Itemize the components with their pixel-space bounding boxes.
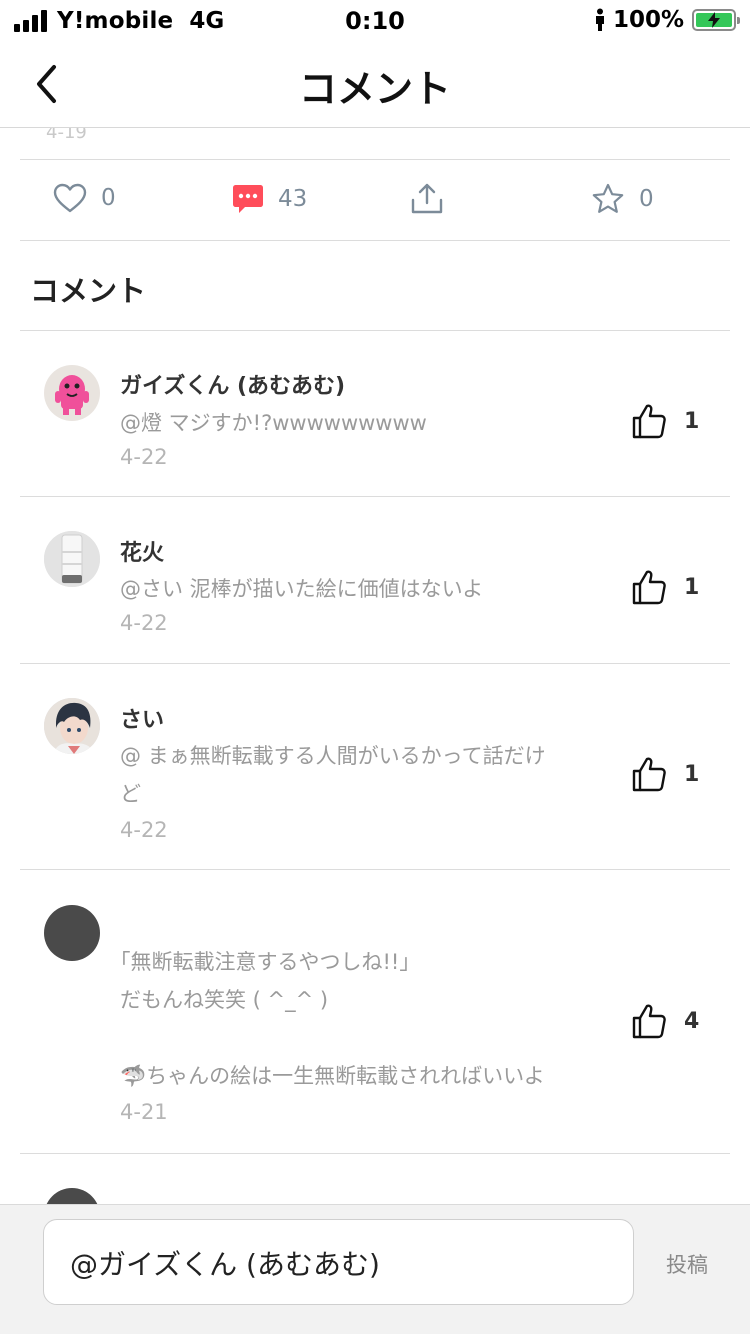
- pink-character-avatar-icon: [55, 375, 89, 415]
- partial-date: 4-19: [46, 128, 87, 143]
- comment-input[interactable]: [70, 1238, 610, 1288]
- comment-like-button[interactable]: 1: [632, 756, 699, 792]
- comment-like-button[interactable]: 4: [632, 1003, 699, 1039]
- comment-item: ガイズくん (あむあむ) @燈 マジすか!?wwwwwwwww 4-22 1: [20, 331, 730, 497]
- comment-action[interactable]: 43: [232, 183, 307, 215]
- status-right: 100%: [593, 7, 740, 33]
- comment-count: 43: [278, 186, 308, 212]
- avatar[interactable]: [44, 365, 100, 421]
- status-bar: Y!mobile 4G 0:10 100%: [0, 0, 750, 42]
- comment-item: ｢無断転載注意するやつしね!!｣ だもんね笑笑 ( ^_^ ) 🦈ちゃんの絵は一…: [20, 870, 730, 1154]
- comment-input-bar: 投稿: [0, 1204, 750, 1334]
- comment-text: ｢無断転載注意するやつしね!!｣ だもんね笑笑 ( ^_^ ) 🦈ちゃんの絵は一…: [120, 943, 580, 1095]
- comment-date: 4-22: [120, 818, 168, 842]
- thumbs-up-icon: [632, 404, 666, 439]
- comment-input-container[interactable]: [43, 1219, 634, 1305]
- comment-like-count: 1: [684, 574, 700, 600]
- comment-like-button[interactable]: 1: [632, 403, 699, 439]
- comment-text-line: 🦈ちゃんの絵は一生無断転載されればいいよ: [120, 1064, 545, 1088]
- comment-text-line: だもんね笑笑 ( ^_^ ): [120, 988, 329, 1012]
- partial-previous-content: 4-19: [20, 128, 730, 160]
- like-action[interactable]: 0: [53, 183, 116, 213]
- comment-like-count: 1: [684, 761, 700, 787]
- thumbs-up-icon: [632, 570, 666, 605]
- avatar[interactable]: [44, 698, 100, 754]
- avatar[interactable]: [44, 905, 100, 961]
- comment-date: 4-22: [120, 445, 168, 469]
- heart-icon: [53, 183, 87, 213]
- comment-text: @燈 マジすか!?wwwwwwwww: [120, 411, 427, 435]
- comments-section-title: コメント: [30, 274, 147, 308]
- share-icon: [411, 183, 443, 214]
- page-title: コメント: [298, 67, 451, 111]
- battery-percent: 100%: [612, 7, 684, 33]
- comment-text: @ まぁ無断転載する人間がいるかって話だけ ど: [120, 737, 580, 813]
- comment-date: 4-21: [120, 1100, 168, 1124]
- comment-item: 花火 @さい 泥棒が描いた絵に価値はないよ 4-22 1: [20, 497, 730, 664]
- comment-text: @さい 泥棒が描いた絵に価値はないよ: [120, 577, 484, 601]
- star-icon: [592, 183, 624, 213]
- avatar[interactable]: [44, 531, 100, 587]
- comment-author[interactable]: さい: [120, 702, 164, 734]
- anime-portrait-avatar-icon: [44, 698, 100, 754]
- orientation-lock-icon: [595, 8, 604, 31]
- comment-date: 4-22: [120, 611, 168, 635]
- nav-bar: コメント: [0, 42, 750, 128]
- comment-text-line: ｢無断転載注意するやつしね!!｣: [120, 950, 410, 974]
- comment-author[interactable]: 花火: [120, 535, 164, 567]
- comment-like-count: 1: [684, 408, 700, 434]
- comment-item: さい @ まぁ無断転載する人間がいるかって話だけ ど 4-22 1: [20, 664, 730, 870]
- comment-like-count: 4: [684, 1008, 700, 1034]
- favorite-count: 0: [639, 186, 654, 212]
- comment-author[interactable]: ガイズくん (あむあむ): [120, 368, 345, 400]
- share-action[interactable]: [410, 183, 444, 215]
- favorite-action[interactable]: 0: [591, 183, 654, 215]
- comment-text-line: ど: [120, 782, 141, 806]
- comment-bubble-icon: [233, 185, 263, 213]
- battery-icon: [692, 9, 740, 31]
- bottle-avatar-icon: [44, 531, 100, 587]
- thumbs-up-icon: [632, 1004, 666, 1039]
- thumbs-up-icon: [632, 757, 666, 792]
- comment-text-line: @ まぁ無断転載する人間がいるかって話だけ: [120, 744, 546, 768]
- comment-like-button[interactable]: 1: [632, 569, 699, 605]
- action-row: 0 43 0: [20, 161, 730, 241]
- post-button[interactable]: 投稿: [666, 1249, 708, 1279]
- like-count: 0: [101, 185, 116, 211]
